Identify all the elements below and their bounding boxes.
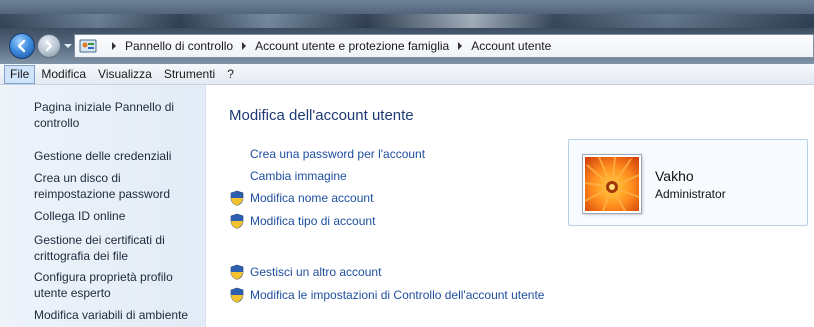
page-title: Modifica dell'account utente <box>229 107 414 124</box>
task-label[interactable]: Modifica nome account <box>250 191 373 205</box>
avatar[interactable] <box>583 155 641 213</box>
task-create-password[interactable]: Crea una password per l'account <box>229 146 425 162</box>
sidebar-link-control-panel-home[interactable]: Pagina iniziale Pannello di controllo <box>34 99 194 131</box>
titlebar-decoration <box>0 14 814 28</box>
sidebar-link-password-reset-disk[interactable]: Crea un disco di reimpostazione password <box>34 170 194 202</box>
history-dropdown-icon[interactable] <box>64 42 72 50</box>
flower-avatar <box>585 157 639 211</box>
chevron-right-icon <box>237 40 251 52</box>
breadcrumb-control-panel[interactable]: Pannello di controllo <box>125 39 233 53</box>
uac-shield-icon <box>230 287 244 303</box>
menu-view[interactable]: Visualizza <box>92 65 158 84</box>
account-role: Administrator <box>655 187 726 201</box>
forward-icon <box>45 40 53 52</box>
sidebar-link-online-ids[interactable]: Collega ID online <box>34 208 194 224</box>
sidebar-link-environment-variables[interactable]: Modifica variabili di ambiente <box>34 307 194 323</box>
back-button[interactable] <box>9 33 35 59</box>
control-panel-icon <box>79 39 97 53</box>
task-change-picture[interactable]: Cambia immagine <box>229 168 347 184</box>
task-change-name[interactable]: Modifica nome account <box>229 190 373 206</box>
task-label[interactable]: Modifica le impostazioni di Controllo de… <box>250 288 544 302</box>
sidebar-link-credential-manager[interactable]: Gestione delle credenziali <box>34 148 194 164</box>
sidebar-link-encryption-certificates[interactable]: Gestione dei certificati di crittografia… <box>34 232 194 264</box>
breadcrumb-user-accounts-family[interactable]: Account utente e protezione famiglia <box>255 39 449 53</box>
address-bar[interactable]: Pannello di controllo Account utente e p… <box>74 34 814 58</box>
task-label[interactable]: Cambia immagine <box>250 169 347 183</box>
chevron-right-icon <box>107 40 121 52</box>
menu-file[interactable]: File <box>4 64 36 84</box>
menu-tools[interactable]: Strumenti <box>158 65 221 84</box>
sidebar-link-profile-properties[interactable]: Configura proprietà profilo utente esper… <box>34 269 194 301</box>
menu-edit[interactable]: Modifica <box>35 65 92 84</box>
chevron-right-icon <box>453 40 467 52</box>
task-label[interactable]: Gestisci un altro account <box>250 265 381 279</box>
uac-shield-icon <box>230 264 244 280</box>
task-manage-other-account[interactable]: Gestisci un altro account <box>229 264 381 280</box>
back-icon <box>17 39 26 53</box>
task-label[interactable]: Modifica tipo di account <box>250 214 375 228</box>
breadcrumb-user-accounts[interactable]: Account utente <box>471 39 551 53</box>
task-change-account-type[interactable]: Modifica tipo di account <box>229 213 375 229</box>
task-uac-settings[interactable]: Modifica le impostazioni di Controllo de… <box>229 287 544 303</box>
menu-help[interactable]: ? <box>221 65 240 84</box>
sidebar: Pagina iniziale Pannello di controllo Ge… <box>0 85 206 327</box>
task-label[interactable]: Crea una password per l'account <box>250 147 425 161</box>
uac-shield-icon <box>230 213 244 229</box>
account-name: Vakho <box>655 168 694 184</box>
menu-bar: File Modifica Visualizza Strumenti ? <box>0 64 814 85</box>
uac-shield-icon <box>230 190 244 206</box>
account-card: Vakho Administrator <box>568 139 808 226</box>
forward-button[interactable] <box>37 34 61 58</box>
